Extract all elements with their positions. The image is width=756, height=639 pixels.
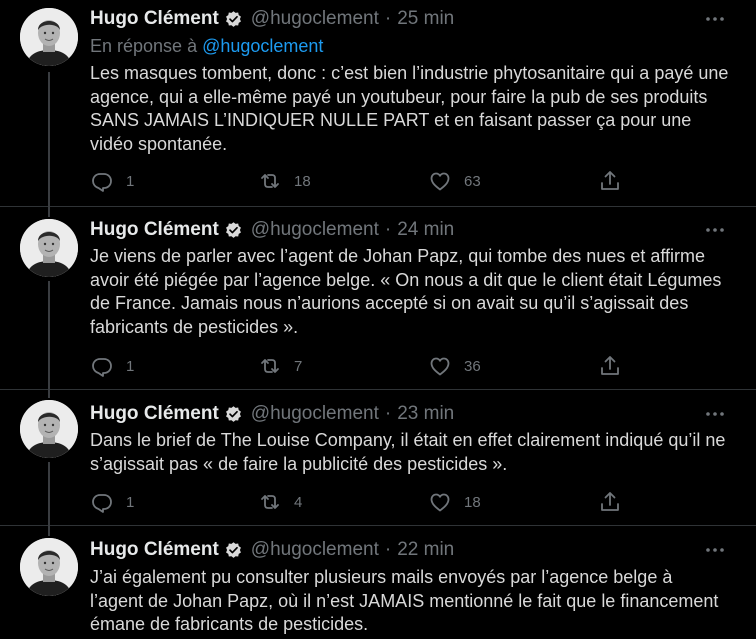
author-handle[interactable]: @hugoclement <box>251 539 379 561</box>
like-icon <box>430 172 450 191</box>
retweet-count: 4 <box>294 493 303 511</box>
like-count: 63 <box>464 172 481 190</box>
avatar[interactable] <box>20 538 78 596</box>
reply-icon <box>92 494 112 513</box>
tweet-actions: 1 7 36 <box>90 353 650 379</box>
replying-to-handle-link[interactable]: @hugoclement <box>202 36 323 56</box>
separator-dot: · <box>384 539 392 560</box>
tweet-actions: 1 4 18 <box>90 489 650 515</box>
separator-dot: · <box>384 219 392 240</box>
separator-dot: · <box>384 403 392 424</box>
verified-badge-icon <box>224 220 242 239</box>
timestamp[interactable]: 24 min <box>397 219 454 241</box>
share-button[interactable] <box>598 489 622 515</box>
author-handle[interactable]: @hugoclement <box>251 403 379 425</box>
share-button[interactable] <box>598 353 622 379</box>
timestamp[interactable]: 25 min <box>397 8 454 30</box>
replying-to-label: En réponse à <box>90 36 198 56</box>
thread-connector-line <box>48 526 50 536</box>
tweet-actions: 1 18 63 <box>90 168 650 194</box>
more-icon[interactable] <box>704 223 726 237</box>
retweet-button[interactable]: 7 <box>258 353 302 379</box>
avatar[interactable] <box>20 219 78 277</box>
share-icon <box>601 356 619 375</box>
avatar[interactable] <box>20 400 78 458</box>
like-count: 36 <box>464 357 481 375</box>
verified-badge-icon <box>224 540 242 559</box>
more-icon[interactable] <box>704 12 726 26</box>
retweet-icon <box>261 495 279 509</box>
author-handle[interactable]: @hugoclement <box>251 8 379 30</box>
more-icon[interactable] <box>704 407 726 421</box>
tweet-text: Dans le brief de The Louise Company, il … <box>90 430 726 474</box>
retweet-button[interactable]: 18 <box>258 168 311 194</box>
tweet[interactable]: Hugo Clément @hugoclement · 23 min Dans … <box>0 390 756 526</box>
more-icon[interactable] <box>704 543 726 557</box>
retweet-icon <box>261 174 279 188</box>
reply-count: 1 <box>126 493 135 511</box>
share-icon <box>601 492 619 511</box>
tweet-header: Hugo Clément @hugoclement · 25 min <box>90 8 454 30</box>
thread-connector-line <box>48 281 50 390</box>
like-count: 18 <box>464 493 481 511</box>
timestamp[interactable]: 22 min <box>397 539 454 561</box>
tweet-header: Hugo Clément @hugoclement · 22 min <box>90 539 454 561</box>
share-icon <box>601 171 619 190</box>
thread-connector-line <box>48 390 50 398</box>
like-button[interactable]: 36 <box>428 353 481 379</box>
retweet-count: 18 <box>294 172 311 190</box>
tweet[interactable]: Hugo Clément @hugoclement · 25 min En ré… <box>0 0 756 207</box>
tweet[interactable]: Hugo Clément @hugoclement · 24 min Je vi… <box>0 207 756 390</box>
reply-icon <box>92 358 112 377</box>
reply-count: 1 <box>126 357 135 375</box>
author-name[interactable]: Hugo Clément <box>90 219 219 241</box>
tweet-text: Je viens de parler avec l’agent de Johan… <box>90 246 722 337</box>
verified-badge-icon <box>224 404 242 423</box>
tweet-thread: Hugo Clément @hugoclement · 25 min En ré… <box>0 0 756 639</box>
author-name[interactable]: Hugo Clément <box>90 403 219 425</box>
retweet-count: 7 <box>294 357 303 375</box>
tweet-text: Les masques tombent, donc : c’est bien l… <box>90 63 729 154</box>
share-button[interactable] <box>598 168 622 194</box>
tweet[interactable]: Hugo Clément @hugoclement · 22 min J’ai … <box>0 526 756 639</box>
separator-dot: · <box>384 8 392 29</box>
retweet-button[interactable]: 4 <box>258 489 302 515</box>
reply-button[interactable]: 1 <box>90 353 134 379</box>
replying-to: En réponse à @hugoclement <box>90 36 323 57</box>
tweet-header: Hugo Clément @hugoclement · 24 min <box>90 219 454 241</box>
author-name[interactable]: Hugo Clément <box>90 8 219 30</box>
reply-button[interactable]: 1 <box>90 489 134 515</box>
avatar[interactable] <box>20 8 78 66</box>
tweet-header: Hugo Clément @hugoclement · 23 min <box>90 403 454 425</box>
like-button[interactable]: 18 <box>428 489 481 515</box>
thread-connector-line <box>48 72 50 207</box>
reply-button[interactable]: 1 <box>90 168 134 194</box>
tweet-text: J’ai également pu consulter plusieurs ma… <box>90 567 719 634</box>
verified-badge-icon <box>224 9 242 28</box>
like-icon <box>430 357 450 376</box>
timestamp[interactable]: 23 min <box>397 403 454 425</box>
author-name[interactable]: Hugo Clément <box>90 539 219 561</box>
like-icon <box>430 493 450 512</box>
reply-icon <box>92 173 112 192</box>
thread-connector-line <box>48 462 50 526</box>
like-button[interactable]: 63 <box>428 168 481 194</box>
reply-count: 1 <box>126 172 135 190</box>
retweet-icon <box>261 359 279 373</box>
author-handle[interactable]: @hugoclement <box>251 219 379 241</box>
thread-connector-line <box>48 207 50 217</box>
